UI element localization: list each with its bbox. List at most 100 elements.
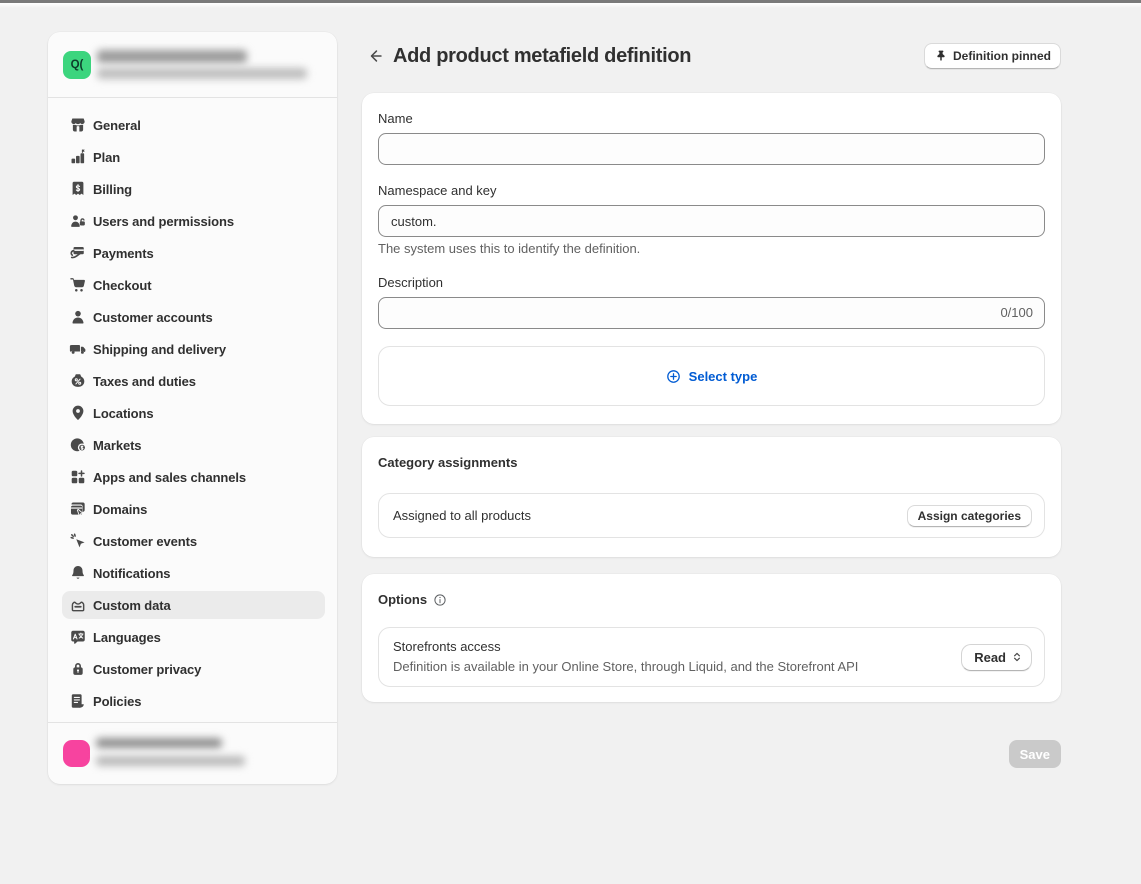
namespace-help-text: The system uses this to identify the def… <box>378 241 1045 257</box>
store-name-redacted <box>97 50 247 63</box>
page-title: Add product metafield definition <box>393 45 691 68</box>
sidebar-item-label: Domains <box>93 502 147 517</box>
user-info <box>96 738 245 766</box>
lock-icon <box>69 660 87 678</box>
select-type-button[interactable]: Select type <box>378 346 1045 406</box>
pin-icon <box>934 49 948 63</box>
user-avatar <box>63 740 90 767</box>
store-domain-redacted <box>97 68 307 79</box>
namespace-field: Namespace and key The system uses this t… <box>378 181 1045 257</box>
money-bag-icon <box>69 372 87 390</box>
settings-nav: General Plan Billing Users and permissio… <box>48 98 337 722</box>
options-card: Options Storefronts access Definition is… <box>362 574 1061 702</box>
sidebar-item-policies[interactable]: Policies <box>62 687 325 715</box>
sidebar-item-label: Markets <box>93 438 141 453</box>
payments-icon <box>69 244 87 262</box>
plus-circle-icon <box>666 369 681 384</box>
store-info <box>97 50 307 79</box>
sidebar-item-customer-events[interactable]: Customer events <box>62 527 325 555</box>
storefronts-access-select[interactable]: Read <box>961 644 1032 671</box>
category-assignments-card: Category assignments Assigned to all pro… <box>362 437 1061 557</box>
sidebar-item-label: Policies <box>93 694 141 709</box>
settings-sidebar: Q( General Plan Billing <box>48 32 337 784</box>
sidebar-item-domains[interactable]: Domains <box>62 495 325 523</box>
save-button[interactable]: Save <box>1009 740 1061 768</box>
category-assignments-heading: Category assignments <box>378 453 1045 473</box>
description-char-counter: 0/100 <box>1000 297 1033 329</box>
sidebar-item-label: Checkout <box>93 278 151 293</box>
sidebar-item-apps-and-sales-channels[interactable]: Apps and sales channels <box>62 463 325 491</box>
store-icon <box>69 116 87 134</box>
sidebar-item-label: Plan <box>93 150 120 165</box>
sidebar-item-general[interactable]: General <box>62 111 325 139</box>
sidebar-item-billing[interactable]: Billing <box>62 175 325 203</box>
sidebar-item-payments[interactable]: Payments <box>62 239 325 267</box>
definition-pinned-label: Definition pinned <box>953 49 1051 63</box>
storefronts-access-text: Storefronts access Definition is availab… <box>393 637 858 677</box>
globe-dollar-icon <box>69 436 87 454</box>
main-content: Add product metafield definition Definit… <box>362 42 1061 768</box>
name-label: Name <box>378 109 1045 129</box>
description-input[interactable] <box>378 297 1045 329</box>
plan-icon <box>69 148 87 166</box>
store-avatar: Q( <box>63 51 91 79</box>
select-chevrons-icon <box>1011 651 1023 663</box>
sidebar-item-label: Notifications <box>93 566 170 581</box>
sidebar-item-label: Languages <box>93 630 161 645</box>
select-type-label: Select type <box>689 369 758 384</box>
sidebar-item-label: Customer privacy <box>93 662 201 677</box>
storefronts-access-title: Storefronts access <box>393 637 858 657</box>
sidebar-item-customer-accounts[interactable]: Customer accounts <box>62 303 325 331</box>
location-pin-icon <box>69 404 87 422</box>
description-input-wrap: 0/100 <box>378 297 1045 329</box>
sidebar-item-notifications[interactable]: Notifications <box>62 559 325 587</box>
sidebar-item-label: Customer events <box>93 534 197 549</box>
sidebar-item-plan[interactable]: Plan <box>62 143 325 171</box>
custom-data-icon <box>69 596 87 614</box>
description-label: Description <box>378 273 1045 293</box>
sidebar-item-label: Billing <box>93 182 132 197</box>
truck-icon <box>69 340 87 358</box>
sidebar-item-label: Custom data <box>93 598 171 613</box>
save-row: Save <box>362 740 1061 768</box>
sidebar-item-customer-privacy[interactable]: Customer privacy <box>62 655 325 683</box>
bell-icon <box>69 564 87 582</box>
options-heading: Options <box>378 590 427 610</box>
back-button[interactable] <box>362 42 390 70</box>
sidebar-item-locations[interactable]: Locations <box>62 399 325 427</box>
sidebar-item-languages[interactable]: Languages <box>62 623 325 651</box>
category-assignment-row: Assigned to all products Assign categori… <box>378 493 1045 538</box>
arrow-left-icon <box>367 47 385 65</box>
users-icon <box>69 212 87 230</box>
sidebar-item-checkout[interactable]: Checkout <box>62 271 325 299</box>
category-status-text: Assigned to all products <box>393 508 531 523</box>
person-icon <box>69 308 87 326</box>
sidebar-item-markets[interactable]: Markets <box>62 431 325 459</box>
sidebar-item-label: Apps and sales channels <box>93 470 246 485</box>
sidebar-item-custom-data[interactable]: Custom data <box>62 591 325 619</box>
cart-icon <box>69 276 87 294</box>
translate-icon <box>69 628 87 646</box>
user-email-redacted <box>96 756 245 766</box>
name-field: Name <box>378 109 1045 165</box>
definition-form-card: Name Namespace and key The system uses t… <box>362 93 1061 424</box>
user-footer[interactable] <box>48 722 337 784</box>
namespace-input[interactable] <box>378 205 1045 237</box>
definition-pinned-button[interactable]: Definition pinned <box>924 43 1061 69</box>
sidebar-item-label: Locations <box>93 406 154 421</box>
name-input[interactable] <box>378 133 1045 165</box>
user-name-redacted <box>96 738 222 748</box>
info-icon[interactable] <box>433 593 447 607</box>
cursor-spark-icon <box>69 532 87 550</box>
sidebar-item-label: Taxes and duties <box>93 374 196 389</box>
top-bar-fade <box>0 3 1141 8</box>
sidebar-item-label: General <box>93 118 141 133</box>
sidebar-item-users-and-permissions[interactable]: Users and permissions <box>62 207 325 235</box>
sidebar-item-taxes-and-duties[interactable]: Taxes and duties <box>62 367 325 395</box>
page-header: Add product metafield definition Definit… <box>362 42 1061 70</box>
assign-categories-button[interactable]: Assign categories <box>907 505 1032 527</box>
storefronts-access-description: Definition is available in your Online S… <box>393 657 858 677</box>
sidebar-item-label: Payments <box>93 246 154 261</box>
namespace-label: Namespace and key <box>378 181 1045 201</box>
sidebar-item-shipping-and-delivery[interactable]: Shipping and delivery <box>62 335 325 363</box>
